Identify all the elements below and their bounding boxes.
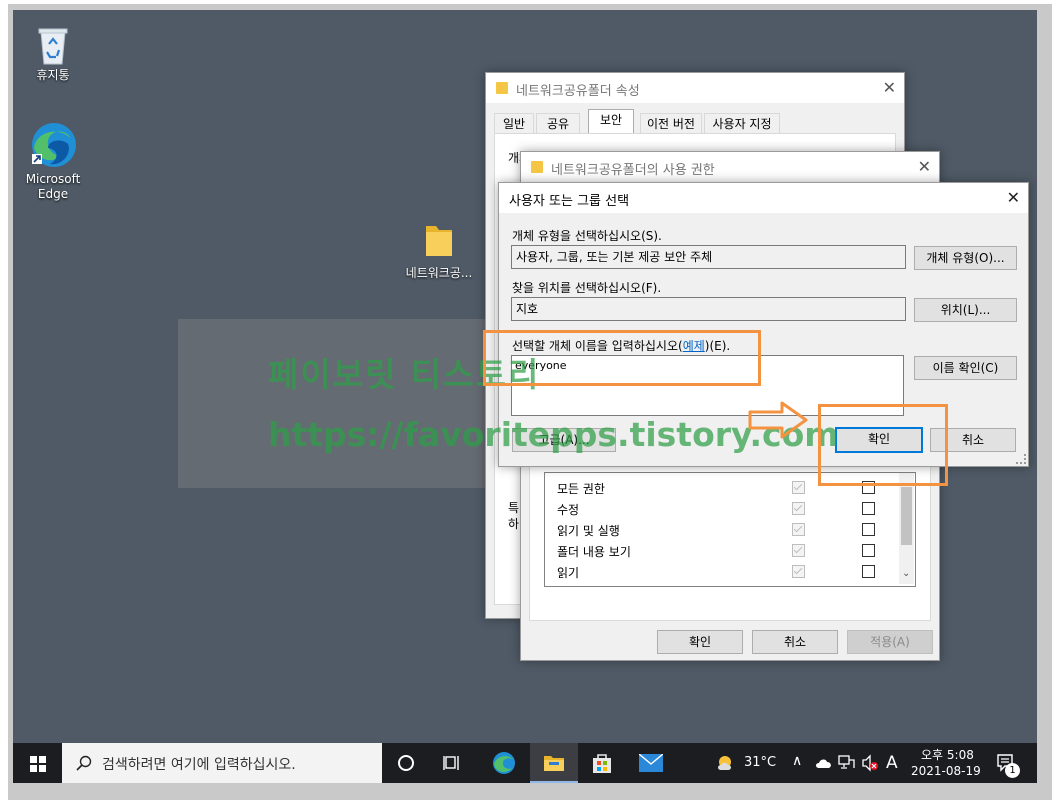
search-placeholder: 검색하려면 여기에 입력하십시오. [102, 757, 296, 773]
list-scrollbar[interactable]: ⌄ [899, 473, 914, 584]
deny-checkbox[interactable] [862, 565, 875, 578]
tab-sharing[interactable]: 공유 [536, 113, 580, 134]
edge-label-line1: Microsoft [25, 172, 81, 186]
deny-checkbox[interactable] [862, 502, 875, 515]
store-icon[interactable] [591, 752, 613, 774]
tab-general[interactable]: 일반 [494, 113, 534, 134]
edge-taskbar-icon[interactable] [492, 751, 516, 775]
allow-checkbox[interactable] [792, 523, 805, 536]
mail-icon[interactable] [639, 754, 663, 772]
tab-customize[interactable]: 사용자 지정 [704, 113, 780, 134]
dialog-title: 사용자 또는 그룹 선택 [509, 194, 630, 209]
tab-security[interactable]: 보안 [588, 109, 634, 134]
recycle-bin-shortcut[interactable]: 휴지통 [17, 22, 89, 83]
speaker-muted-icon[interactable] [861, 754, 879, 772]
close-icon[interactable]: ✕ [1007, 188, 1020, 207]
clock-time[interactable]: 오후 5:08 [921, 746, 974, 763]
recycle-bin-label: 휴지통 [36, 68, 70, 82]
tab-previous-versions[interactable]: 이전 버전 [640, 113, 702, 134]
allow-checkbox[interactable] [792, 565, 805, 578]
properties-title: 네트워크공유폴더 속성 [516, 84, 640, 99]
network-folder-label: 네트워크공... [405, 266, 473, 280]
desktop: 휴지통 Microsoft Edge 네트워크공... 네트워크공유폴더 속성 … [13, 10, 1037, 783]
close-icon[interactable]: ✕ [918, 157, 931, 176]
object-type-field: 사용자, 그룹, 또는 기본 제공 보안 주체 [511, 245, 906, 269]
recycle-bin-icon [38, 28, 68, 65]
file-explorer-taskbar[interactable] [530, 743, 578, 783]
network-folder-shortcut[interactable]: 네트워크공... [403, 220, 475, 281]
permissions-apply-button[interactable]: 적용(A) [847, 630, 933, 654]
object-types-button[interactable]: 개체 유형(O)... [914, 246, 1017, 270]
permissions-title: 네트워크공유폴더의 사용 권한 [551, 163, 715, 178]
allow-checkbox[interactable] [792, 544, 805, 557]
weather-icon[interactable] [715, 753, 737, 773]
permissions-list[interactable]: 모든 권한 수정 읽기 및 실행 폴더 내용 보기 읽기 ⌄ [544, 472, 916, 587]
permission-row: 폴더 내용 보기 [557, 545, 631, 559]
search-icon [76, 755, 92, 771]
chevron-down-icon[interactable]: ⌄ [902, 568, 910, 579]
folder-icon [426, 226, 452, 256]
allow-checkbox[interactable] [792, 481, 805, 494]
notification-badge: 1 [1005, 763, 1020, 778]
permission-row: 읽기 [557, 566, 580, 580]
permission-row: 읽기 및 실행 [557, 524, 620, 538]
allow-checkbox[interactable] [792, 502, 805, 515]
close-icon[interactable]: ✕ [883, 78, 896, 97]
watermark-panel [178, 319, 508, 488]
permissions-titlebar[interactable]: 네트워크공유폴더의 사용 권한 ✕ [521, 152, 939, 182]
highlight-name-input [483, 330, 761, 386]
permission-row: 모든 권한 [557, 482, 605, 496]
file-explorer-icon [544, 756, 564, 771]
edge-shortcut[interactable]: Microsoft Edge [17, 120, 89, 202]
input-method-indicator[interactable]: A [886, 753, 898, 773]
weather-temp[interactable]: 31°C [744, 755, 776, 770]
onedrive-icon[interactable] [815, 757, 833, 769]
cortana-icon[interactable] [398, 755, 414, 771]
resize-grip[interactable] [1016, 454, 1026, 464]
permissions-cancel-button[interactable]: 취소 [752, 630, 838, 654]
highlight-ok-button [818, 404, 948, 486]
folder-icon [496, 82, 508, 94]
windows-start-icon[interactable] [30, 756, 46, 772]
deny-checkbox[interactable] [862, 544, 875, 557]
clock-date[interactable]: 2021-08-19 [911, 764, 981, 778]
dialog-titlebar[interactable]: 사용자 또는 그룹 선택 ✕ [499, 183, 1028, 213]
chevron-up-icon[interactable]: ∧ [792, 753, 802, 769]
deny-checkbox[interactable] [862, 523, 875, 536]
scroll-thumb[interactable] [901, 487, 912, 545]
task-view-icon[interactable] [443, 754, 461, 772]
network-icon[interactable] [838, 754, 856, 772]
folder-icon [531, 161, 543, 173]
permissions-ok-button[interactable]: 확인 [657, 630, 743, 654]
partial-label-1: 특 [508, 501, 520, 515]
locations-button[interactable]: 위치(L)... [914, 298, 1017, 322]
object-type-label: 개체 유형을 선택하십시오(S). [512, 229, 662, 243]
edge-label-line2: Edge [37, 187, 69, 201]
partial-label-2: 하 [508, 517, 520, 531]
check-names-button[interactable]: 이름 확인(C) [914, 356, 1017, 380]
properties-titlebar[interactable]: 네트워크공유폴더 속성 ✕ [486, 73, 904, 103]
location-label: 찾을 위치를 선택하십시오(F). [512, 281, 662, 295]
location-field: 지호 [511, 297, 906, 321]
taskbar-search-box[interactable]: 검색하려면 여기에 입력하십시오. [62, 743, 382, 783]
edge-icon [32, 123, 76, 167]
arrow-icon [748, 401, 808, 439]
taskbar: 검색하려면 여기에 입력하십시오. 31°C ∧ A 오후 5:08 2021-… [13, 743, 1037, 783]
permission-row: 수정 [557, 503, 580, 517]
